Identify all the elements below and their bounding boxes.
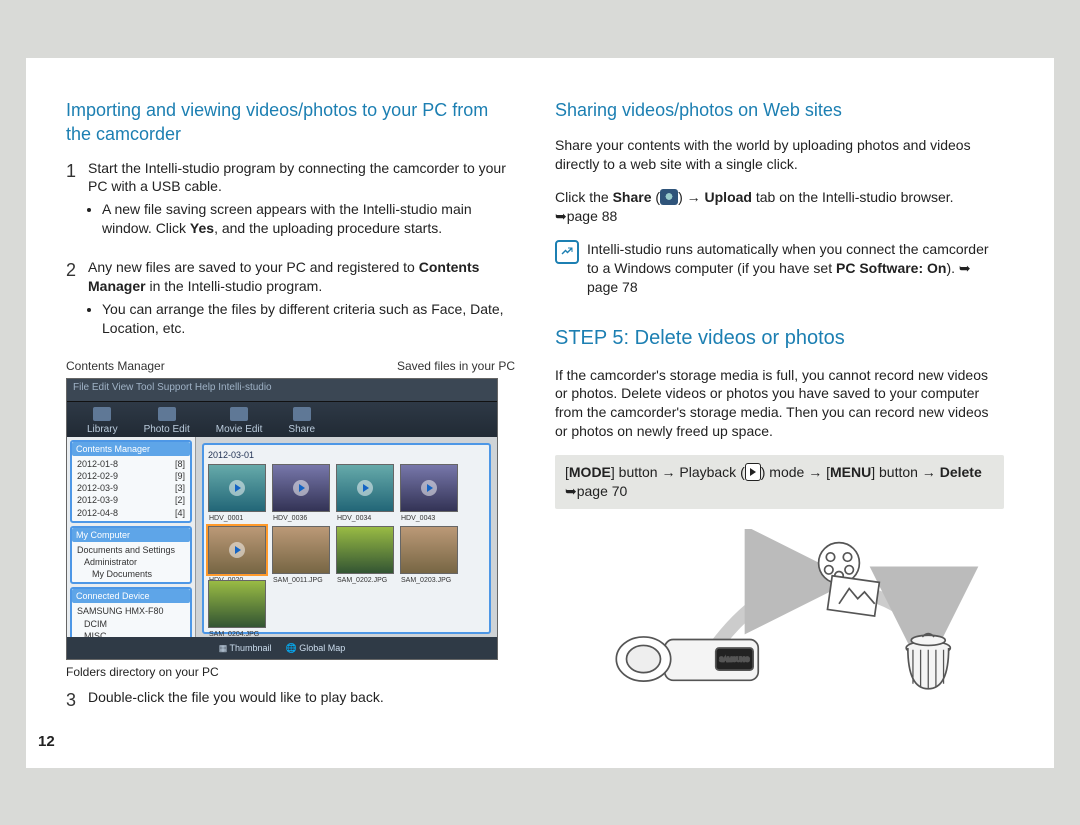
delete-illustration: SAMSUNG xyxy=(555,529,1004,699)
page-number: 12 xyxy=(38,732,55,752)
note-text: Intelli-studio runs automatically when y… xyxy=(587,240,1004,297)
toolbar-share: Share xyxy=(288,407,315,437)
panel-my-computer: My Computer Documents and Settings Admin… xyxy=(70,526,192,585)
right-heading-2: STEP 5: Delete videos or photos xyxy=(555,325,1004,352)
toolbar-library: Library xyxy=(87,407,118,437)
annot-contents-manager: Contents Manager xyxy=(66,358,165,374)
app-sidebar: Contents Manager 2012-01-8[8] 2012-02-9[… xyxy=(67,437,196,637)
toolbar-movie-edit: Movie Edit xyxy=(216,407,263,437)
step-1: 1 Start the Intelli-studio program by co… xyxy=(66,159,515,243)
step-text: Double-click the file you would like to … xyxy=(88,688,515,712)
share-icon xyxy=(660,189,678,205)
step-2: 2 Any new files are saved to your PC and… xyxy=(66,258,515,342)
step-number: 2 xyxy=(66,258,88,342)
steps-list: 1 Start the Intelli-studio program by co… xyxy=(66,159,515,342)
playback-icon xyxy=(745,463,761,481)
annot-folders: Folders directory on your PC xyxy=(66,664,515,680)
intelli-studio-screenshot: File Edit View Tool Support Help Intelli… xyxy=(66,378,498,660)
page-ref-88: ➥page 88 xyxy=(555,208,617,224)
left-heading: Importing and viewing videos/photos to y… xyxy=(66,98,515,147)
app-toolbar: Library Photo Edit Movie Edit Share xyxy=(67,402,497,442)
annot-saved-files: Saved files in your PC xyxy=(397,358,515,374)
document-page: Quick start guide Importing and viewing … xyxy=(0,0,1080,825)
step-number: 3 xyxy=(66,688,88,712)
share-desc: Share your contents with the world by up… xyxy=(555,136,1004,174)
page-card: Importing and viewing videos/photos to y… xyxy=(26,58,1054,768)
app-footerbar: ▦ Thumbnail 🌐 Global Map xyxy=(67,637,497,659)
right-heading-1: Sharing videos/photos on Web sites xyxy=(555,98,1004,122)
panel-contents-manager: Contents Manager 2012-01-8[8] 2012-02-9[… xyxy=(70,440,192,523)
step-1-bullet: A new file saving screen appears with th… xyxy=(102,200,515,238)
step-text: Start the Intelli-studio program by conn… xyxy=(88,160,506,195)
left-column: Importing and viewing videos/photos to y… xyxy=(66,98,515,728)
step-3: 3 Double-click the file you would like t… xyxy=(66,688,515,712)
mode-sequence-box: [MODE] button → Playback () mode → [MENU… xyxy=(555,455,1004,509)
app-content: 2012-03-01 HDV_0001 HDV_0036 HDV_0034 HD… xyxy=(196,437,497,637)
toolbar-photo-edit: Photo Edit xyxy=(144,407,190,437)
step-2-bullet: You can arrange the files by different c… xyxy=(102,300,515,338)
share-instruction: Click the Share () → Upload tab on the I… xyxy=(555,188,1004,226)
note-icon xyxy=(555,240,579,264)
right-column: Sharing videos/photos on Web sites Share… xyxy=(555,98,1004,728)
screenshot-top-annotations: Contents Manager Saved files in your PC xyxy=(66,358,515,374)
delete-desc: If the camcorder's storage media is full… xyxy=(555,366,1004,442)
panel-connected-device: Connected Device SAMSUNG HMX-F80 DCIM MI… xyxy=(70,587,192,637)
step-number: 1 xyxy=(66,159,88,243)
thumb-group-1: 2012-03-01 HDV_0001 HDV_0036 HDV_0034 HD… xyxy=(202,443,491,634)
svg-text:SAMSUNG: SAMSUNG xyxy=(719,657,749,663)
note: Intelli-studio runs automatically when y… xyxy=(555,240,1004,297)
app-menubar: File Edit View Tool Support Help Intelli… xyxy=(67,379,497,402)
